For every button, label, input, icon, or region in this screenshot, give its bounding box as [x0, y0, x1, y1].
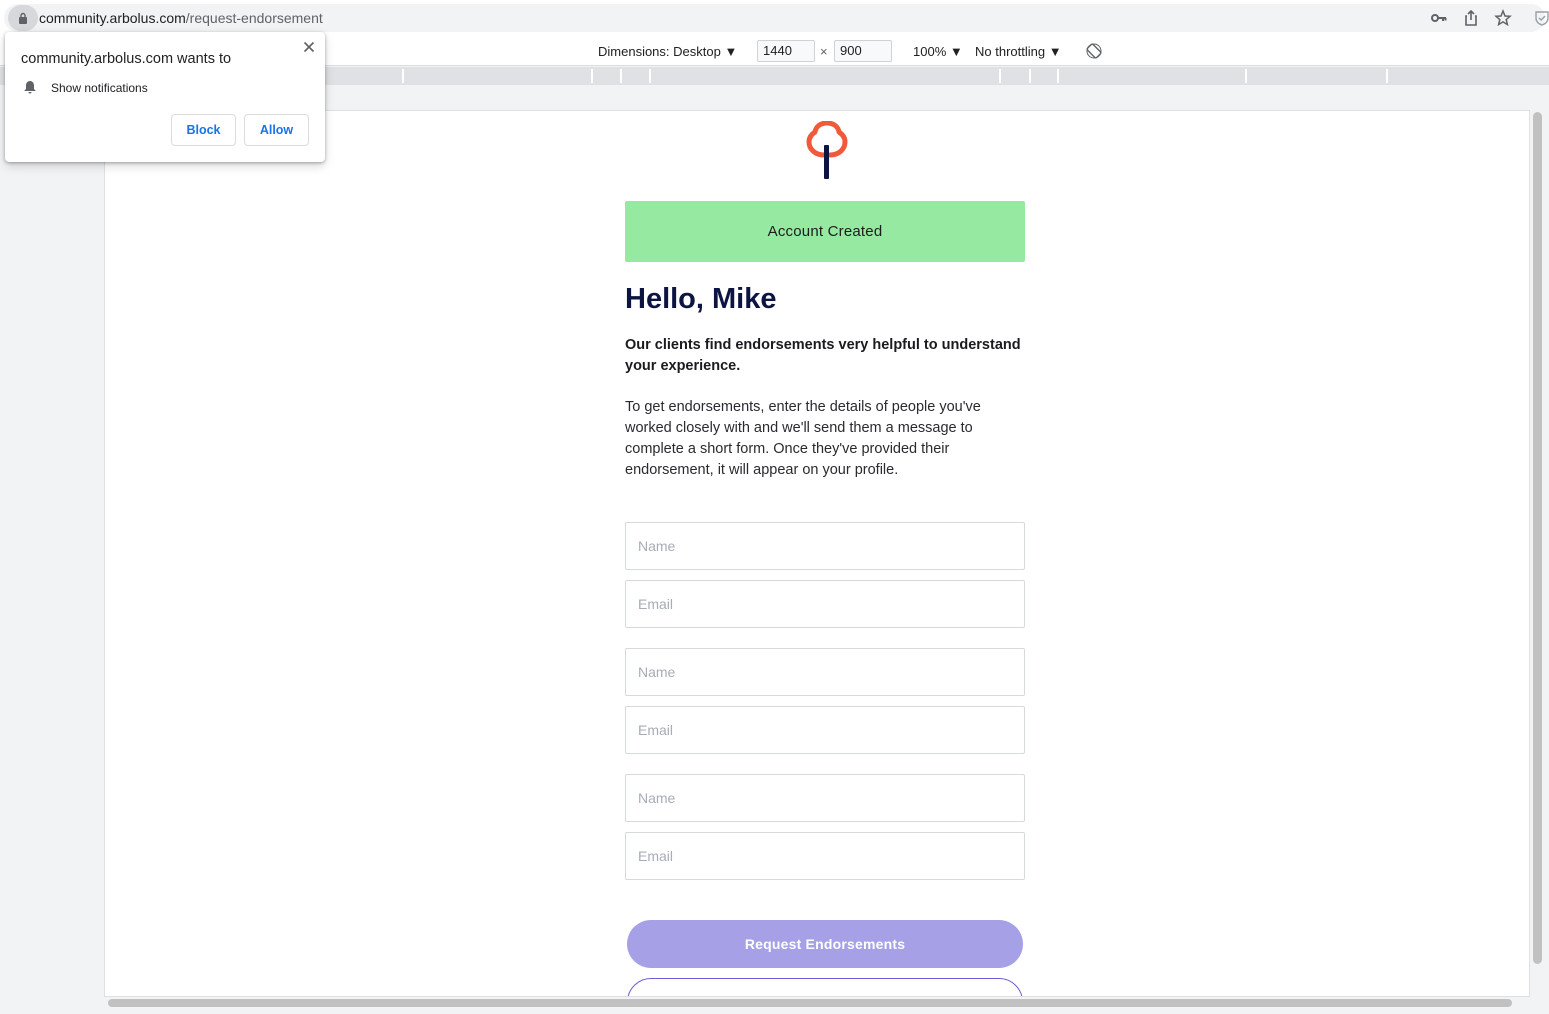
- secondary-button[interactable]: [627, 978, 1023, 996]
- dimensions-dropdown[interactable]: Dimensions: Desktop ▼: [598, 44, 737, 59]
- endorser-3-name-input[interactable]: [625, 774, 1025, 822]
- arbolus-tree-logo: [806, 121, 848, 179]
- ruler-marker[interactable]: [999, 69, 1001, 83]
- popup-title: community.arbolus.com wants to: [21, 51, 232, 67]
- ruler-marker[interactable]: [402, 69, 404, 83]
- endorser-1-name-input[interactable]: [625, 522, 1025, 570]
- ruler-marker[interactable]: [1057, 69, 1059, 83]
- address-bar: community.arbolus.com/request-endorsemen…: [0, 0, 1549, 36]
- permission-label: Show notifications: [51, 81, 148, 95]
- throttling-dropdown[interactable]: No throttling ▼: [975, 44, 1062, 59]
- ruler-marker[interactable]: [620, 69, 622, 83]
- url-text[interactable]: community.arbolus.com/request-endorsemen…: [39, 10, 323, 26]
- site-info-button[interactable]: [8, 5, 38, 31]
- bell-icon: [24, 81, 36, 94]
- lead-text: Our clients find endorsements very helpf…: [625, 337, 1021, 374]
- endorser-2-name-input[interactable]: [625, 648, 1025, 696]
- url-path: /request-endorsement: [185, 10, 323, 26]
- rotate-icon[interactable]: [1086, 43, 1102, 59]
- vertical-scrollbar[interactable]: [1533, 112, 1542, 964]
- request-endorsements-button[interactable]: Request Endorsements: [627, 920, 1023, 968]
- instructions-text: To get endorsements, enter the details o…: [625, 399, 981, 478]
- greeting-heading: Hello, Mike: [625, 283, 777, 315]
- account-created-toast: Account Created: [625, 201, 1025, 262]
- times-symbol: ×: [820, 44, 828, 59]
- endorser-3-email-input[interactable]: [625, 832, 1025, 880]
- url-host: community.arbolus.com: [39, 10, 186, 26]
- ruler-marker[interactable]: [1245, 69, 1247, 83]
- close-icon[interactable]: [301, 39, 317, 55]
- endorser-1-email-input[interactable]: [625, 580, 1025, 628]
- shield-icon[interactable]: [1533, 9, 1549, 27]
- ruler-marker[interactable]: [1386, 69, 1388, 83]
- height-input[interactable]: 900: [834, 40, 892, 62]
- endorser-2-email-input[interactable]: [625, 706, 1025, 754]
- star-icon[interactable]: [1494, 9, 1512, 27]
- allow-button[interactable]: Allow: [244, 114, 309, 146]
- horizontal-scrollbar[interactable]: [108, 999, 1512, 1007]
- width-input[interactable]: 1440: [757, 40, 815, 62]
- ruler-marker[interactable]: [1029, 69, 1031, 83]
- zoom-dropdown[interactable]: 100% ▼: [913, 44, 963, 59]
- ruler-marker[interactable]: [591, 69, 593, 83]
- block-button[interactable]: Block: [171, 114, 236, 146]
- emulated-viewport: Account Created Hello, Mike Our clients …: [104, 110, 1530, 997]
- key-icon[interactable]: [1430, 9, 1448, 27]
- notification-permission-popup: community.arbolus.com wants to Show noti…: [5, 32, 325, 162]
- ruler-marker[interactable]: [649, 69, 651, 83]
- share-icon[interactable]: [1462, 9, 1480, 27]
- lock-icon: [19, 12, 27, 24]
